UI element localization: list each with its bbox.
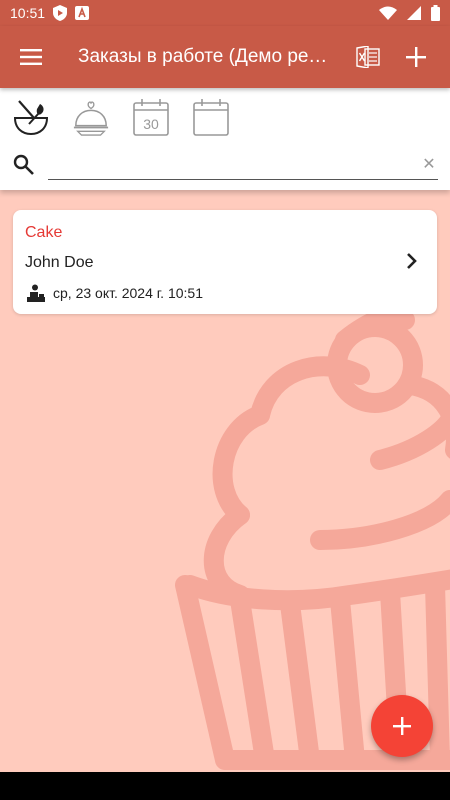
app-bar: Заказы в работе (Демо режим) (0, 26, 450, 88)
wifi-icon (379, 6, 397, 20)
search-icon (13, 154, 34, 175)
filter-date-range[interactable] (192, 98, 230, 138)
order-card[interactable]: Cake John Doe ср, 23 окт. 2024 г. 10:51 (13, 210, 437, 314)
calendar-day-label: 30 (143, 116, 159, 132)
cooking-bowl-icon (13, 100, 49, 136)
fab-add-button[interactable] (371, 695, 433, 757)
app-a-icon (75, 6, 90, 20)
filter-ready[interactable] (72, 98, 110, 138)
serving-cloche-icon (73, 101, 109, 136)
order-product: Cake (25, 224, 63, 241)
filter-date-30[interactable]: 30 (132, 98, 170, 138)
signal-icon (407, 6, 421, 20)
status-bar: 10:51 (0, 0, 450, 26)
add-order-button[interactable] (392, 33, 440, 81)
clear-icon[interactable]: ✕ (420, 155, 438, 173)
calendar-30-icon: 30 (133, 99, 169, 136)
excel-icon (356, 46, 380, 68)
add-icon (393, 717, 411, 735)
add-icon (406, 47, 426, 67)
battery-icon (431, 5, 440, 21)
shield-play-icon (53, 5, 68, 21)
filter-icon-row: 30 (0, 88, 450, 140)
excel-export-button[interactable] (346, 35, 390, 79)
order-customer: John Doe (25, 254, 94, 271)
search-input[interactable] (48, 150, 438, 180)
person-desk-icon (27, 284, 45, 302)
order-date: ср, 23 окт. 2024 г. 10:51 (53, 285, 203, 301)
chevron-right-icon[interactable] (403, 252, 421, 270)
search-row: ✕ (12, 148, 440, 182)
filter-in-progress[interactable] (12, 98, 50, 138)
menu-icon (20, 49, 42, 65)
navigation-bar (0, 772, 450, 800)
status-time: 10:51 (10, 5, 46, 21)
calendar-icon (193, 99, 229, 136)
filter-panel: 30 ✕ (0, 88, 450, 190)
page-title: Заказы в работе (Демо режим) (78, 46, 338, 67)
order-date-row: ср, 23 окт. 2024 г. 10:51 (25, 284, 425, 302)
menu-button[interactable] (0, 26, 62, 88)
